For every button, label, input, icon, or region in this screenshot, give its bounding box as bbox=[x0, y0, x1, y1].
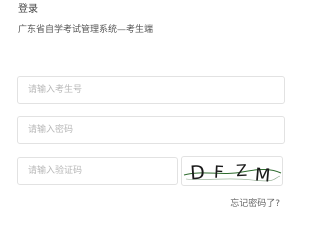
captcha-svg: D F Z M bbox=[183, 161, 282, 185]
exam-number-input[interactable] bbox=[18, 77, 284, 103]
forgot-password-link[interactable]: 忘记密码了? bbox=[230, 198, 280, 211]
captcha-input[interactable] bbox=[18, 158, 177, 184]
captcha-char: D bbox=[189, 162, 205, 185]
password-input[interactable] bbox=[18, 117, 284, 143]
password-field-container bbox=[17, 116, 285, 144]
page-title: 登录 bbox=[18, 4, 38, 15]
captcha-field-container bbox=[17, 157, 178, 185]
exam-number-field-container bbox=[17, 76, 285, 104]
captcha-image[interactable]: D F Z M bbox=[181, 156, 283, 186]
captcha-char: M bbox=[254, 164, 271, 185]
system-name: 广东省自学考试管理系统—考生端 bbox=[18, 25, 154, 35]
captcha-char: F bbox=[213, 163, 224, 183]
captcha-char: Z bbox=[236, 161, 248, 181]
